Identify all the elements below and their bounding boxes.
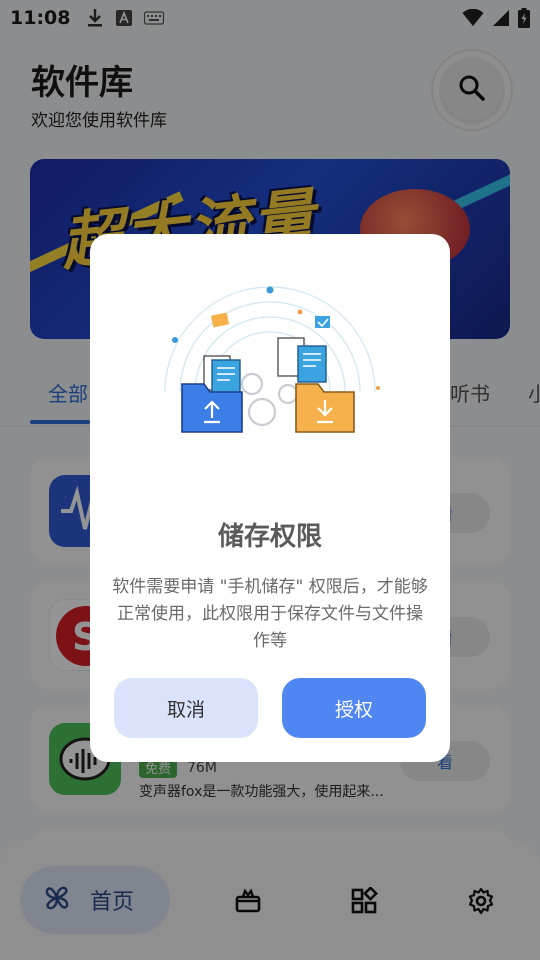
cancel-button[interactable]: 取消	[114, 678, 258, 738]
permission-dialog: 储存权限 软件需要申请 "手机储存" 权限后，才能够正常使用，此权限用于保存文件…	[90, 234, 450, 762]
dialog-message: 软件需要申请 "手机储存" 权限后，才能够正常使用，此权限用于保存文件与文件操作…	[112, 577, 428, 651]
storage-illustration	[160, 282, 380, 442]
dialog-title: 储存权限	[217, 522, 322, 552]
authorize-button[interactable]: 授权	[282, 678, 426, 738]
